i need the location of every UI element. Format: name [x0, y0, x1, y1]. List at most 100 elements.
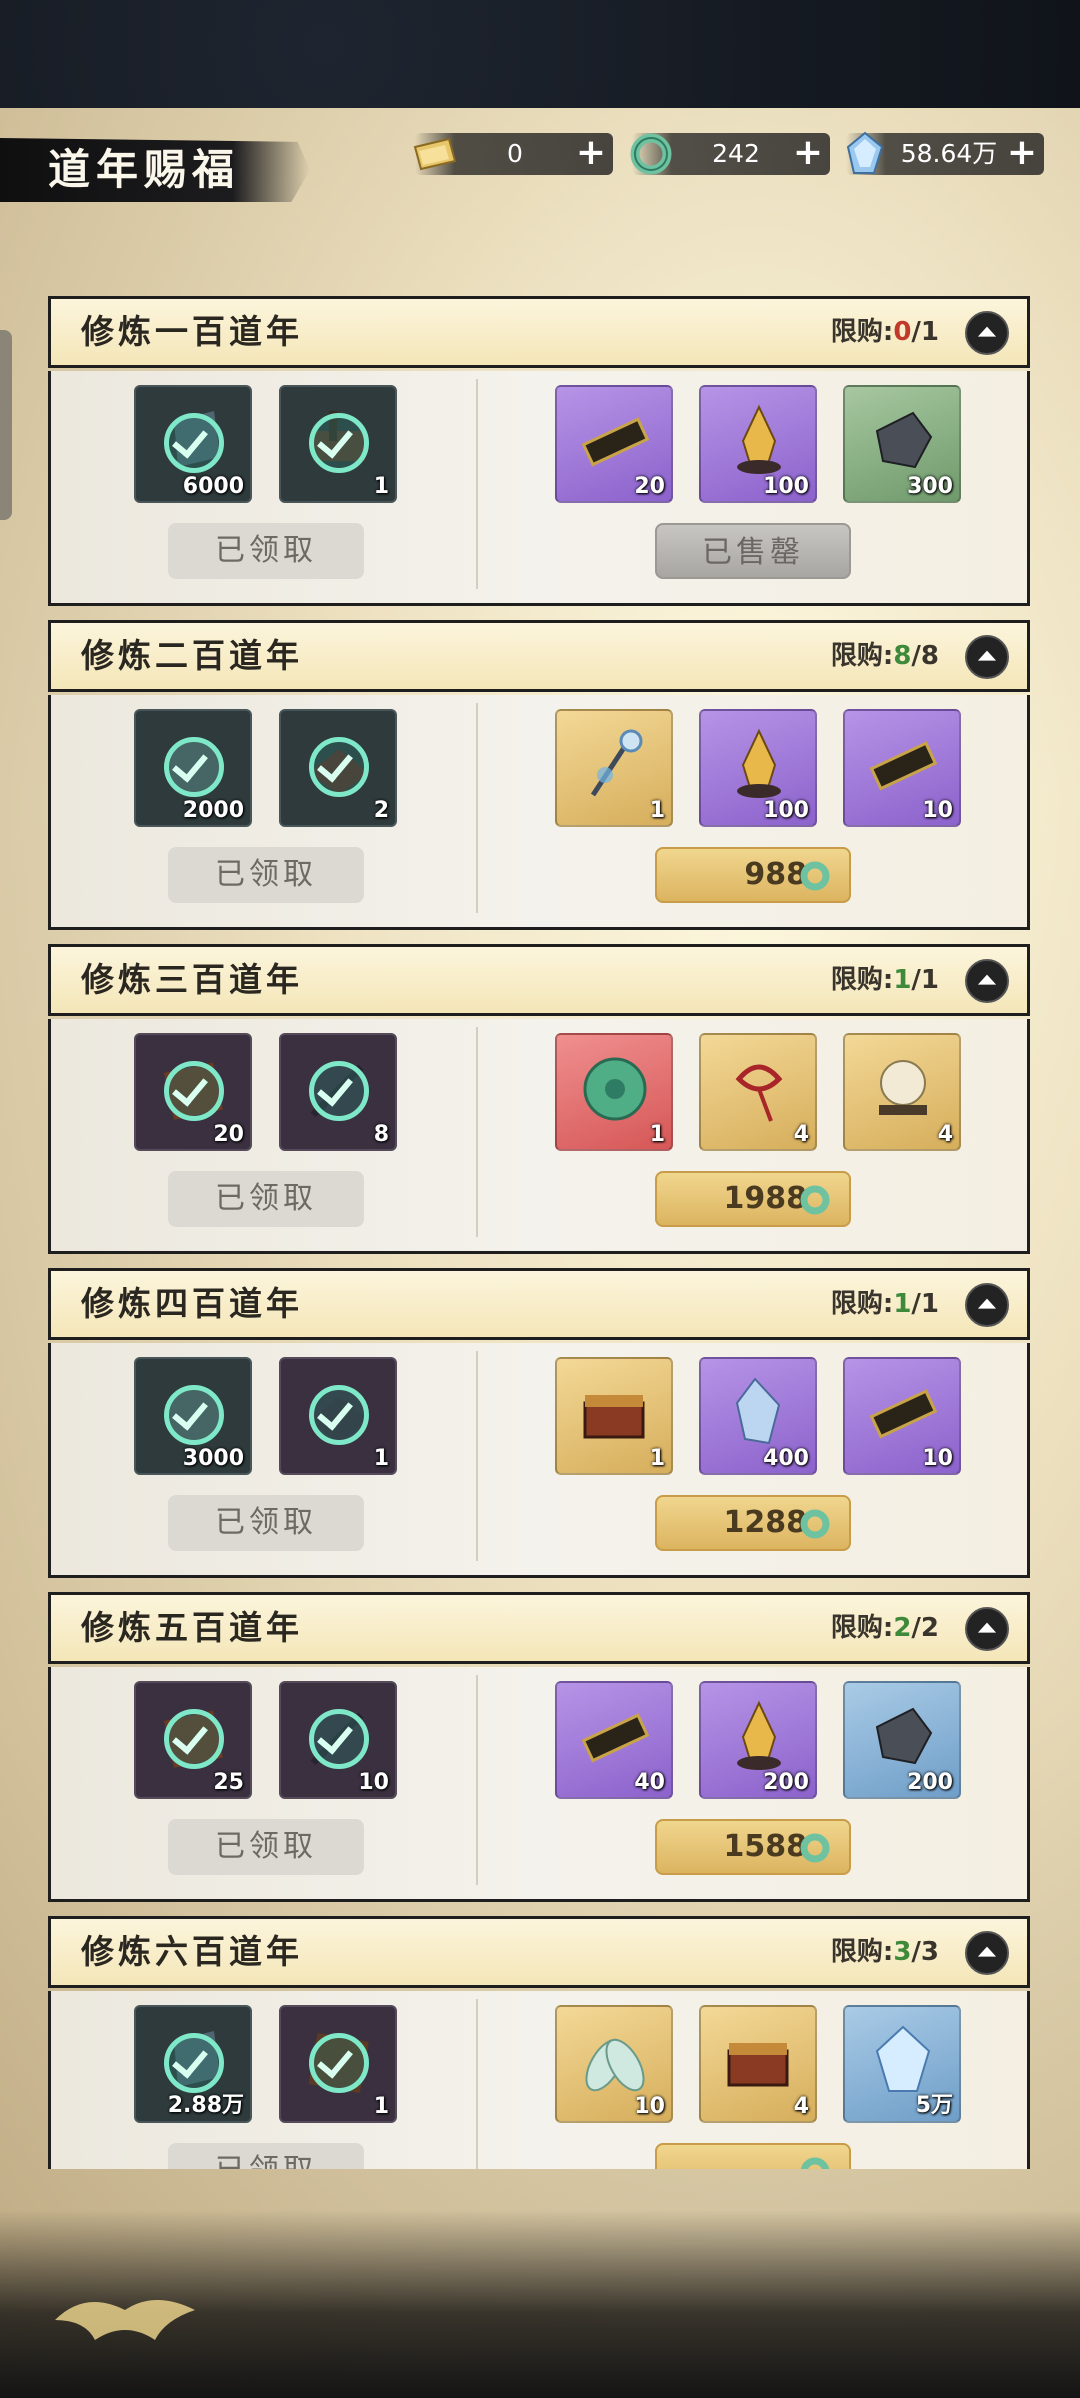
paid-reward-item[interactable]: 100	[699, 709, 817, 827]
paid-reward-item[interactable]: 10	[555, 2005, 673, 2123]
item-quantity: 1	[649, 1446, 665, 1471]
item-quantity: 4	[937, 1122, 953, 1147]
card-header: 修炼四百道年 限购:1/1	[48, 1268, 1030, 1340]
free-reward-item[interactable]: 20	[134, 1033, 252, 1151]
card-body: 2000 2 已领取 1 100 10 988	[48, 695, 1030, 930]
cicada-wing-icon	[585, 2038, 645, 2092]
purchase-limit: 限购:0/1	[830, 317, 939, 347]
collapse-button[interactable]	[965, 1283, 1009, 1327]
reward-card: 修炼五百道年 限购:2/2 25 10 已领取 40 200 200 1588	[48, 1592, 1030, 1902]
free-reward-item[interactable]: 2	[279, 709, 397, 827]
paid-reward-item[interactable]: 10	[843, 709, 961, 827]
item-quantity: 20	[213, 1122, 244, 1147]
jade-ring-icon	[630, 133, 672, 175]
paid-reward-item[interactable]: 10	[843, 1357, 961, 1475]
buy-button[interactable]: 1588	[655, 1819, 851, 1875]
item-quantity: 10	[634, 2094, 665, 2119]
free-reward-item[interactable]: 8	[279, 1033, 397, 1151]
item-quantity: 400	[763, 1446, 809, 1471]
currency-crystal-value: 58.64万	[900, 139, 998, 168]
top-band	[0, 0, 1080, 108]
free-reward-item[interactable]: 1	[279, 2005, 397, 2123]
card-header: 修炼三百道年 限购:1/1	[48, 944, 1030, 1016]
item-quantity: 2000	[182, 798, 244, 823]
item-quantity: 6000	[182, 474, 244, 499]
free-reward-item[interactable]: 10	[279, 1681, 397, 1799]
collapse-button[interactable]	[965, 1607, 1009, 1651]
paid-reward-item[interactable]: 200	[843, 1681, 961, 1799]
claimed-check-icon	[164, 1709, 224, 1769]
add-crystal-button[interactable]: +	[1004, 135, 1040, 172]
reward-card: 修炼二百道年 限购:8/8 2000 2 已领取 1 100 10 988	[48, 620, 1030, 930]
paid-reward-item[interactable]: 20	[555, 385, 673, 503]
free-reward-item[interactable]: 3000	[134, 1357, 252, 1475]
paid-reward-item[interactable]: 200	[699, 1681, 817, 1799]
card-header: 修炼二百道年 限购:8/8	[48, 620, 1030, 692]
item-quantity: 2	[373, 798, 389, 823]
golden-crystal-icon	[737, 1700, 781, 1770]
claimed-button: 已领取	[168, 1495, 364, 1551]
paid-reward-item[interactable]: 4	[699, 2005, 817, 2123]
free-reward-item[interactable]: 1	[279, 1357, 397, 1475]
jade-token-icon	[869, 741, 938, 791]
jade-ring-icon	[800, 2157, 830, 2169]
purchase-limit: 限购:3/3	[830, 1937, 939, 1967]
purchase-limit: 限购:8/8	[830, 641, 939, 671]
item-quantity: 20	[634, 474, 665, 499]
add-ticket-button[interactable]: +	[573, 135, 609, 172]
currency-ticket: 0 +	[413, 133, 613, 175]
collapse-button[interactable]	[965, 1931, 1009, 1975]
jade-ring-icon	[800, 1833, 830, 1863]
paid-reward-item[interactable]: 300	[843, 385, 961, 503]
collapse-button[interactable]	[965, 959, 1009, 1003]
currency-jade: 242 +	[630, 133, 830, 175]
paid-reward-item[interactable]: 40	[555, 1681, 673, 1799]
reward-card: 修炼三百道年 限购:1/1 20 8 已领取 1 4 4 1988	[48, 944, 1030, 1254]
item-quantity: 10	[358, 1770, 389, 1795]
paid-reward-item[interactable]: 4	[699, 1033, 817, 1151]
treasure-chest-icon	[727, 2043, 789, 2087]
claimed-check-icon	[309, 1061, 369, 1121]
free-reward-item[interactable]: 2000	[134, 709, 252, 827]
collapse-button[interactable]	[965, 311, 1009, 355]
add-jade-button[interactable]: +	[790, 135, 826, 172]
collapse-button[interactable]	[965, 635, 1009, 679]
purchase-limit: 限购:2/2	[830, 1613, 939, 1643]
paid-reward-item[interactable]: 1	[555, 1357, 673, 1475]
claimed-check-icon	[309, 2033, 369, 2093]
ore-stone-icon	[875, 411, 933, 469]
free-reward-item[interactable]: 6000	[134, 385, 252, 503]
buy-button[interactable]	[655, 2143, 851, 2169]
item-quantity: 200	[763, 1770, 809, 1795]
reward-card: 修炼一百道年 限购:0/1 6000 1 已领取 20 100 300 已售罄	[48, 296, 1030, 606]
divider	[476, 1351, 478, 1561]
jade-ring-icon	[800, 1509, 830, 1539]
item-quantity: 40	[634, 1770, 665, 1795]
buy-button[interactable]: 988	[655, 847, 851, 903]
claimed-check-icon	[309, 737, 369, 797]
card-title: 修炼四百道年	[81, 1284, 303, 1323]
free-reward-item[interactable]: 25	[134, 1681, 252, 1799]
card-title: 修炼五百道年	[81, 1608, 303, 1647]
free-reward-item[interactable]: 1	[279, 385, 397, 503]
claimed-check-icon	[164, 1385, 224, 1445]
free-reward-item[interactable]: 2.88万	[134, 2005, 252, 2123]
buy-button[interactable]: 1288	[655, 1495, 851, 1551]
buy-button[interactable]: 1988	[655, 1171, 851, 1227]
paid-reward-item[interactable]: 1	[555, 1033, 673, 1151]
item-quantity: 10	[922, 798, 953, 823]
card-body: 6000 1 已领取 20 100 300 已售罄	[48, 371, 1030, 606]
paid-reward-item[interactable]: 4	[843, 1033, 961, 1151]
paid-reward-item[interactable]: 400	[699, 1357, 817, 1475]
reward-list[interactable]: 修炼一百道年 限购:0/1 6000 1 已领取 20 100 300 已售罄 …	[0, 296, 1080, 2169]
item-quantity: 5万	[915, 2093, 953, 2118]
pearl-orb-icon	[879, 1060, 927, 1115]
card-body: 2.88万 1 已领取 10 4 5万	[48, 1991, 1030, 2169]
sold-out-button: 已售罄	[655, 523, 851, 579]
paid-reward-item[interactable]: 100	[699, 385, 817, 503]
item-quantity: 1	[649, 798, 665, 823]
paid-reward-item[interactable]: 5万	[843, 2005, 961, 2123]
reward-card: 修炼四百道年 限购:1/1 3000 1 已领取 1 400 10 1288	[48, 1268, 1030, 1578]
price-label: 1588	[723, 1829, 808, 1864]
paid-reward-item[interactable]: 1	[555, 709, 673, 827]
